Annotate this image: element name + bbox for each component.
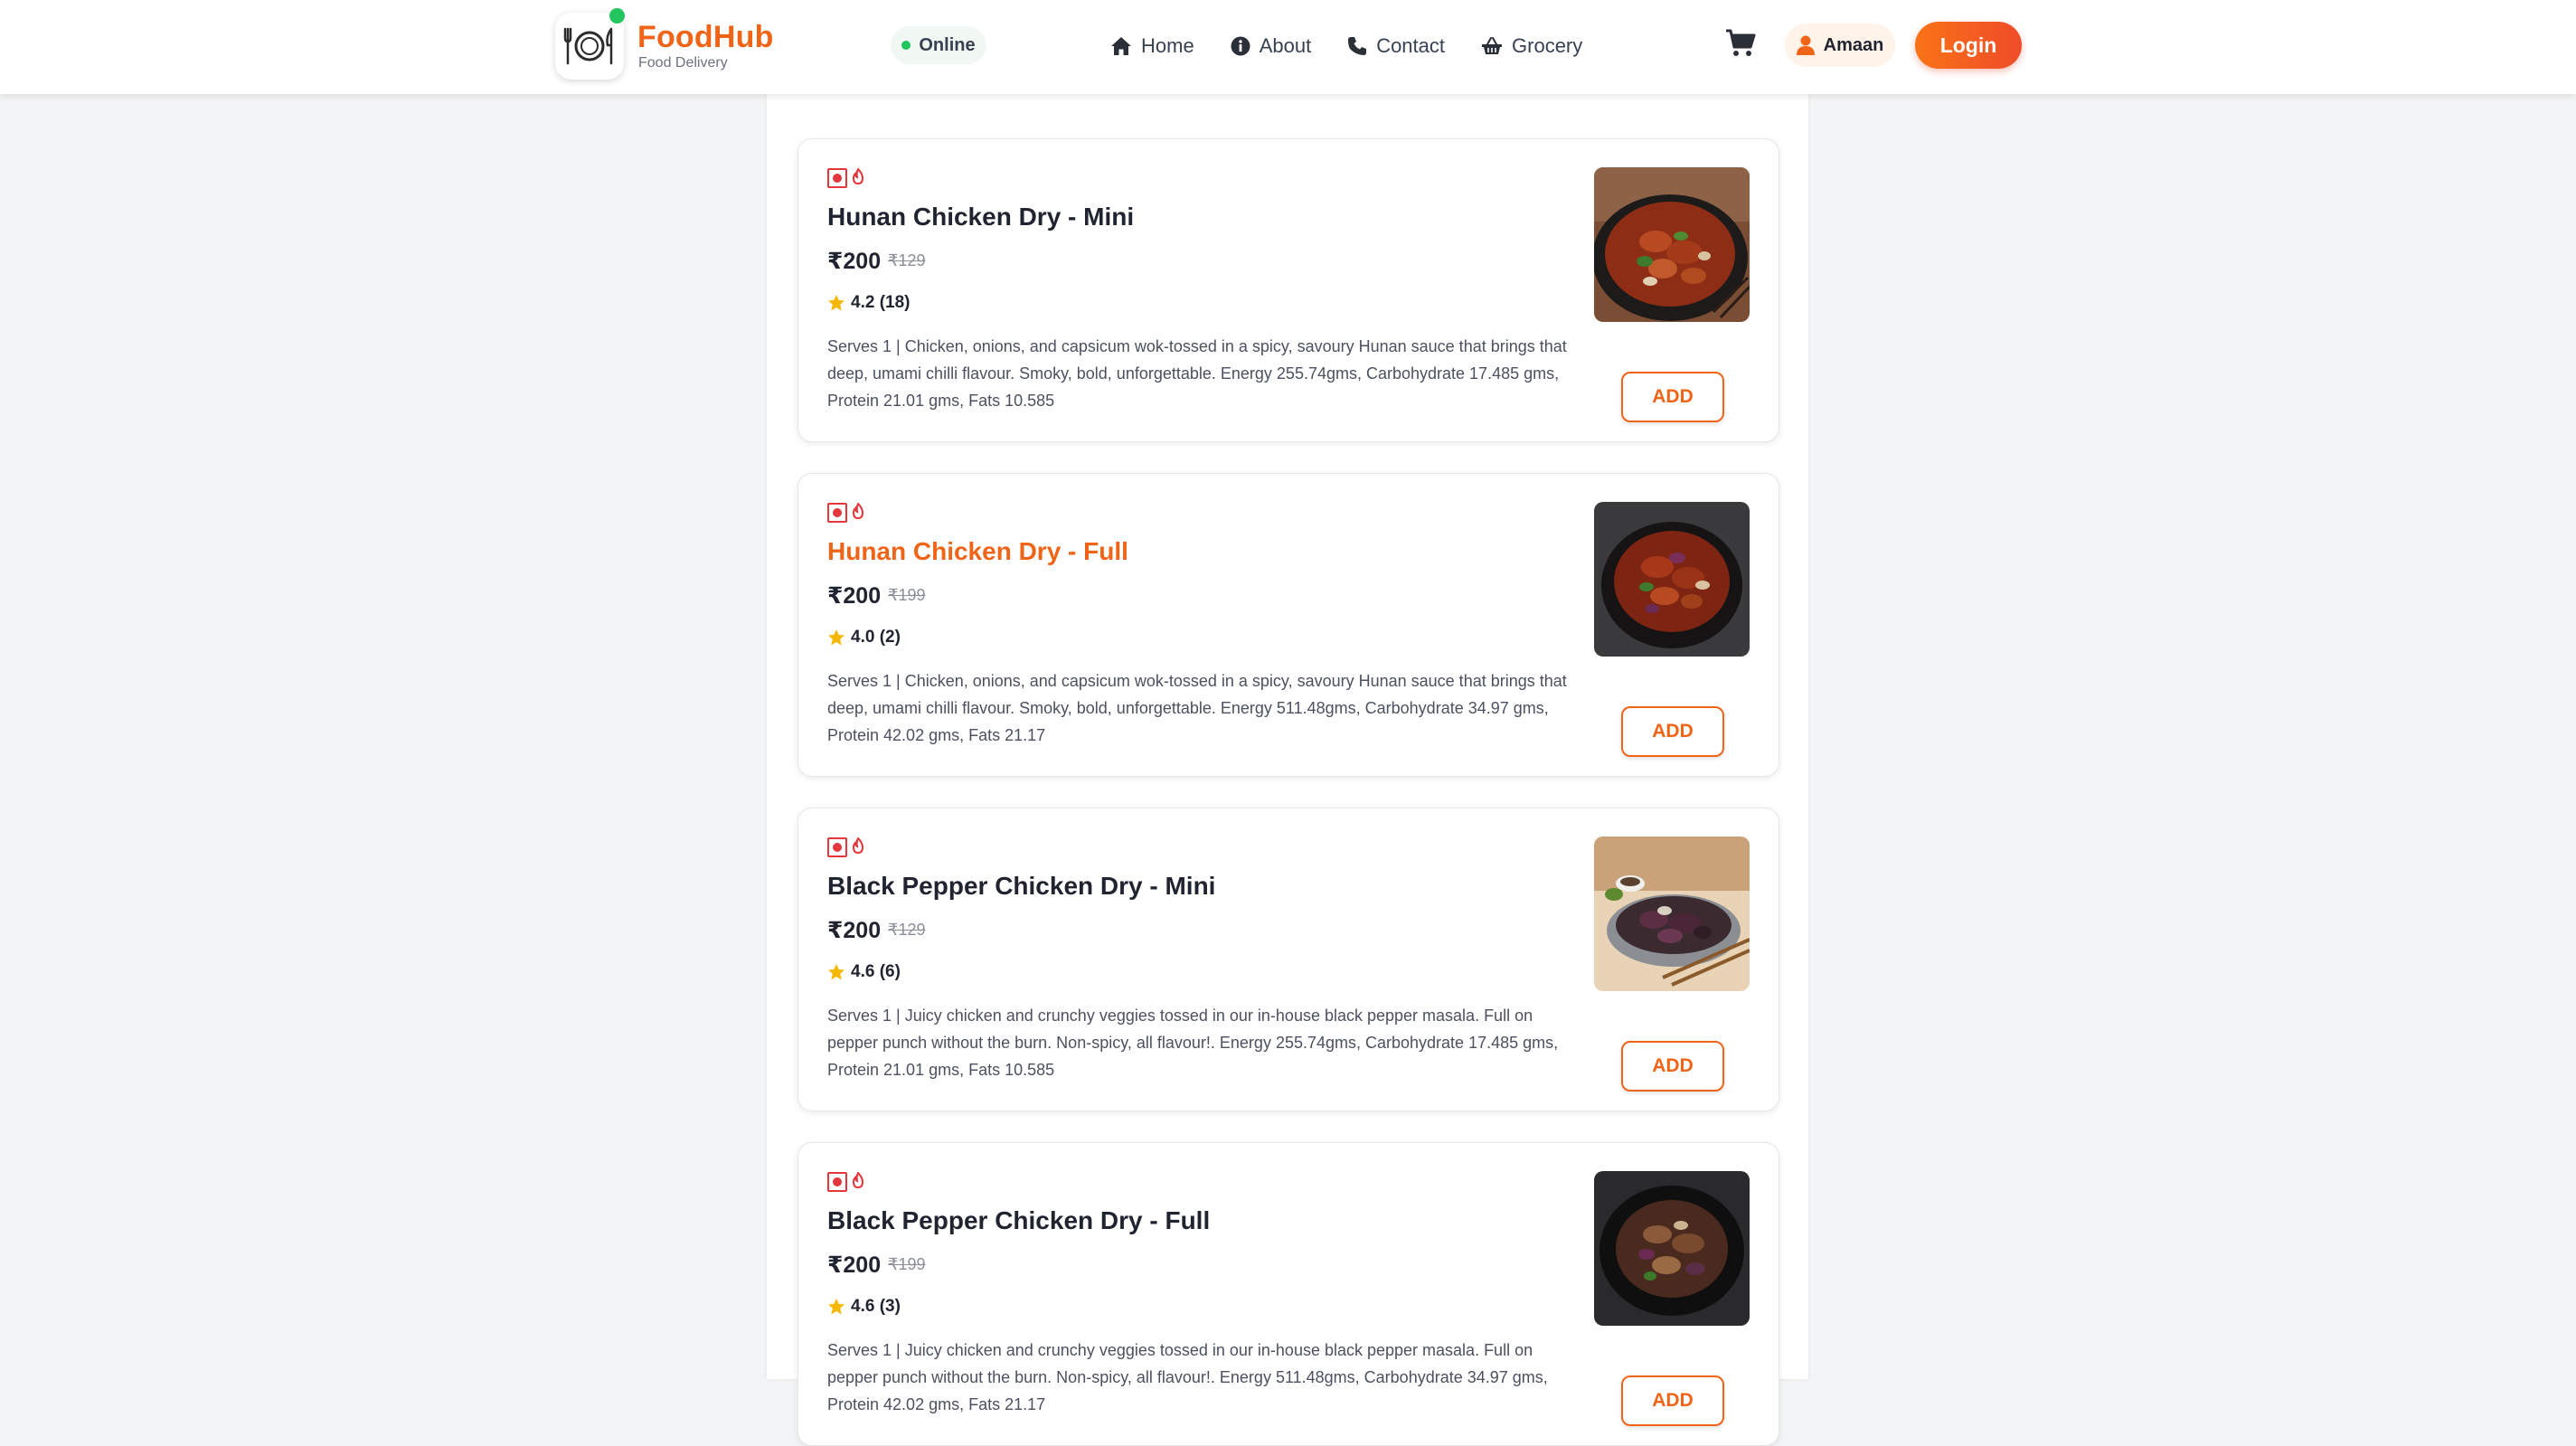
phone-icon xyxy=(1348,37,1367,55)
user-profile-button[interactable]: Amaan xyxy=(1785,24,1895,67)
item-description: Serves 1 | Juicy chicken and crunchy veg… xyxy=(827,1007,1559,1079)
nav-grocery-label: Grocery xyxy=(1512,34,1583,57)
add-to-cart-button[interactable]: ADD xyxy=(1621,1375,1724,1426)
non-veg-icon xyxy=(827,1172,847,1192)
food-image-black-pepper-chicken xyxy=(1594,836,1750,991)
menu-item-card: Hunan Chicken Dry - Full ₹200 ₹199 4.0 (… xyxy=(797,473,1779,777)
cart-button[interactable] xyxy=(1725,29,1756,60)
add-to-cart-button[interactable]: ADD xyxy=(1621,1041,1724,1092)
item-old-price: ₹129 xyxy=(888,921,926,939)
item-description: Serves 1 | Juicy chicken and crunchy veg… xyxy=(827,1341,1548,1413)
menu-item-card: Black Pepper Chicken Dry - Full ₹200 ₹19… xyxy=(797,1142,1779,1446)
item-rating: 4.0 (2) xyxy=(827,628,901,647)
user-icon xyxy=(1796,35,1815,55)
star-icon xyxy=(828,629,845,646)
item-price: ₹200 xyxy=(827,1252,882,1278)
menu-item-card: Hunan Chicken Dry - Mini ₹200 ₹129 4.2 (… xyxy=(797,138,1779,442)
rating-value: 4.0 (2) xyxy=(851,628,901,647)
item-description: Serves 1 | Chicken, onions, and capsicum… xyxy=(827,672,1567,744)
item-old-price: ₹129 xyxy=(888,251,926,269)
add-to-cart-button[interactable]: ADD xyxy=(1621,706,1724,757)
spicy-flame-icon xyxy=(852,1172,864,1188)
add-to-cart-button[interactable]: ADD xyxy=(1621,372,1724,422)
item-description: Serves 1 | Chicken, onions, and capsicum… xyxy=(827,337,1567,410)
item-title[interactable]: Hunan Chicken Dry - Full xyxy=(827,537,1128,566)
item-old-price: ₹199 xyxy=(888,586,926,604)
nav-about-label: About xyxy=(1259,34,1312,57)
online-status-badge: Online xyxy=(891,26,986,64)
nav-about[interactable]: About xyxy=(1231,34,1312,58)
status-label: Online xyxy=(919,34,976,55)
star-icon xyxy=(828,1299,845,1315)
brand-name[interactable]: FoodHub xyxy=(637,20,774,55)
item-rating: 4.2 (18) xyxy=(827,293,910,313)
home-icon xyxy=(1111,37,1131,55)
nav-contact-label: Contact xyxy=(1376,34,1446,57)
brand-subtitle: Food Delivery xyxy=(638,55,728,71)
rating-value: 4.6 (3) xyxy=(851,1297,901,1316)
item-title[interactable]: Black Pepper Chicken Dry - Full xyxy=(827,1206,1210,1235)
plate-cutlery-icon xyxy=(563,27,613,65)
menu-item-card: Black Pepper Chicken Dry - Mini ₹200 ₹12… xyxy=(797,808,1779,1111)
item-price: ₹200 xyxy=(827,583,882,609)
nav-grocery[interactable]: Grocery xyxy=(1481,34,1582,58)
item-title[interactable]: Black Pepper Chicken Dry - Mini xyxy=(827,872,1215,901)
info-icon xyxy=(1231,36,1250,56)
item-rating: 4.6 (6) xyxy=(827,962,901,982)
rating-value: 4.6 (6) xyxy=(851,962,901,981)
spicy-flame-icon xyxy=(852,168,864,184)
nav-home[interactable]: Home xyxy=(1110,34,1194,58)
item-price: ₹200 xyxy=(827,918,882,943)
non-veg-icon xyxy=(827,503,847,523)
user-name: Amaan xyxy=(1823,34,1884,55)
item-title[interactable]: Hunan Chicken Dry - Mini xyxy=(827,203,1134,232)
cart-icon xyxy=(1726,29,1756,56)
food-image-hunan-chicken-full xyxy=(1594,502,1750,657)
item-old-price: ₹199 xyxy=(888,1255,926,1273)
rating-value: 4.2 (18) xyxy=(851,293,911,312)
food-image-black-pepper-chicken-full xyxy=(1594,1171,1750,1326)
non-veg-icon xyxy=(827,168,847,188)
star-icon xyxy=(828,295,845,311)
item-rating: 4.6 (3) xyxy=(827,1297,901,1317)
top-navbar: FoodHub Food Delivery Online Home About … xyxy=(0,0,2576,94)
non-veg-icon xyxy=(827,837,847,857)
nav-contact[interactable]: Contact xyxy=(1347,34,1445,58)
star-icon xyxy=(828,964,845,980)
basket-icon xyxy=(1482,37,1503,54)
login-button[interactable]: Login xyxy=(1915,22,2022,69)
food-image-hunan-chicken xyxy=(1594,167,1750,322)
nav-home-label: Home xyxy=(1141,34,1194,57)
online-indicator-dot xyxy=(609,8,625,24)
main-nav: Home About Contact Grocery xyxy=(1110,25,1582,67)
spicy-flame-icon xyxy=(852,837,864,854)
item-price: ₹200 xyxy=(827,249,882,274)
spicy-flame-icon xyxy=(852,503,864,519)
status-dot xyxy=(901,41,911,50)
